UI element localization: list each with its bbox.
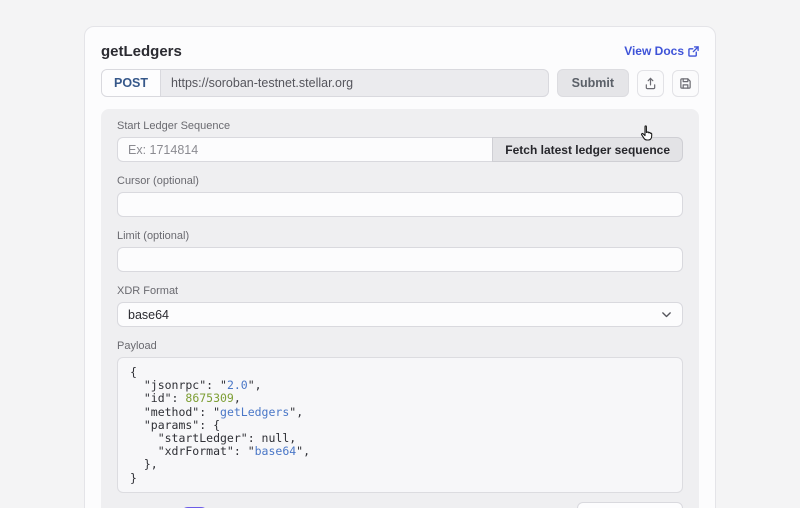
xdr-format-field: XDR Format base64	[117, 285, 683, 327]
start-ledger-field: Start Ledger Sequence Fetch latest ledge…	[117, 120, 683, 162]
url-input-group: POST	[101, 69, 549, 97]
save-button[interactable]	[672, 70, 699, 97]
cursor-field: Cursor (optional)	[117, 175, 683, 217]
http-method-badge: POST	[102, 70, 161, 96]
xdr-format-select[interactable]: base64	[117, 302, 683, 327]
xdr-format-selected-value: base64	[128, 308, 169, 322]
limit-input[interactable]	[117, 247, 683, 272]
view-docs-label: View Docs	[624, 44, 684, 58]
xdr-format-label: XDR Format	[117, 285, 683, 297]
page-title: getLedgers	[101, 43, 182, 60]
save-icon	[679, 77, 692, 90]
limit-label: Limit (optional)	[117, 230, 683, 242]
copy-json-button[interactable]: Copy JSON	[577, 502, 683, 508]
card-header: getLedgers View Docs	[101, 39, 699, 63]
view-docs-link[interactable]: View Docs	[624, 44, 699, 58]
payload-code: { "jsonrpc": "2.0", "id": 8675309, "meth…	[117, 357, 683, 493]
cursor-label: Cursor (optional)	[117, 175, 683, 187]
fetch-latest-ledger-button[interactable]: Fetch latest ledger sequence	[492, 137, 683, 162]
submit-button[interactable]: Submit	[557, 69, 629, 97]
endpoint-card: getLedgers View Docs POST Submit	[84, 26, 716, 508]
share-icon	[644, 77, 657, 90]
payload-label: Payload	[117, 340, 683, 352]
start-ledger-input[interactable]	[117, 137, 492, 162]
start-ledger-label: Start Ledger Sequence	[117, 120, 683, 132]
panel-footer: Wrap Code Copy JSON	[117, 502, 683, 508]
params-panel: Start Ledger Sequence Fetch latest ledge…	[101, 109, 699, 508]
cursor-input[interactable]	[117, 192, 683, 217]
chevron-down-icon	[661, 309, 672, 320]
request-bar: POST Submit	[101, 69, 699, 97]
share-button[interactable]	[637, 70, 664, 97]
external-link-icon	[688, 46, 699, 57]
limit-field: Limit (optional)	[117, 230, 683, 272]
rpc-url-input[interactable]	[161, 70, 548, 96]
payload-field: Payload { "jsonrpc": "2.0", "id": 867530…	[117, 340, 683, 493]
